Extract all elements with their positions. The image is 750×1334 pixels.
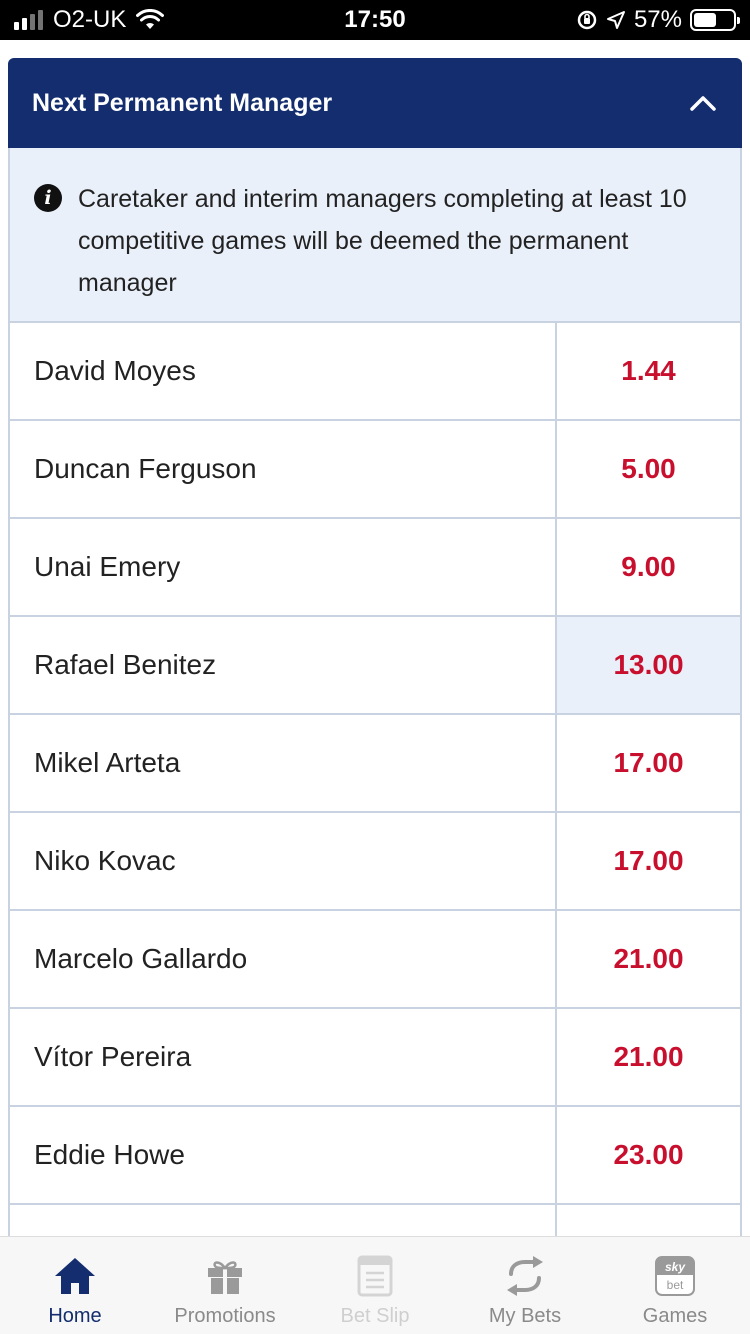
market-info-box: i Caretaker and interim managers complet…	[8, 148, 742, 323]
runner-name: Niko Kovac	[10, 813, 557, 909]
runner-row: Niko Kovac 17.00	[8, 813, 742, 911]
runner-name: Marcelo Gallardo	[10, 911, 557, 1007]
market-header[interactable]: Next Permanent Manager	[8, 58, 742, 148]
skybet-icon: sky bet	[652, 1253, 698, 1299]
chevron-up-icon[interactable]	[688, 88, 718, 118]
status-bar: O2-UK 17:50 57%	[0, 0, 750, 40]
info-icon: i	[34, 184, 62, 212]
battery-fill	[694, 13, 716, 27]
runner-row: David Moyes 1.44	[8, 323, 742, 421]
runners-table: David Moyes 1.44 Duncan Ferguson 5.00 Un…	[8, 323, 742, 1303]
home-icon	[52, 1253, 98, 1299]
location-arrow-icon	[606, 11, 625, 29]
runner-name: Rafael Benitez	[10, 617, 557, 713]
nav-bet-slip[interactable]: Bet Slip	[300, 1237, 450, 1334]
runner-name: Duncan Ferguson	[10, 421, 557, 517]
odds-button[interactable]: 21.00	[557, 1009, 740, 1105]
battery-percent: 57%	[633, 6, 682, 33]
runner-name: Unai Emery	[10, 519, 557, 615]
nav-label: Promotions	[174, 1305, 276, 1327]
runner-row: Mikel Arteta 17.00	[8, 715, 742, 813]
battery-icon	[690, 9, 740, 31]
runner-row: Rafael Benitez 13.00	[8, 617, 742, 715]
refresh-icon	[502, 1253, 548, 1299]
nav-games[interactable]: sky bet Games	[600, 1237, 750, 1334]
bottom-nav: Home Promotions Bet Slip My Bets sky bet…	[0, 1236, 750, 1334]
nav-promotions[interactable]: Promotions	[150, 1237, 300, 1334]
nav-home[interactable]: Home	[0, 1237, 150, 1334]
nav-label: Bet Slip	[340, 1305, 410, 1327]
status-right: 57%	[576, 0, 740, 40]
odds-button[interactable]: 5.00	[557, 421, 740, 517]
skybet-badge-bottom: bet	[667, 1278, 684, 1292]
nav-my-bets[interactable]: My Bets	[450, 1237, 600, 1334]
skybet-badge-top: sky	[665, 1260, 686, 1274]
odds-button[interactable]: 13.00	[557, 617, 740, 713]
odds-button[interactable]: 17.00	[557, 715, 740, 811]
odds-button[interactable]: 1.44	[557, 323, 740, 419]
gift-icon	[202, 1253, 248, 1299]
runner-name: Vítor Pereira	[10, 1009, 557, 1105]
odds-button[interactable]: 21.00	[557, 911, 740, 1007]
nav-label: My Bets	[488, 1305, 562, 1327]
market-title: Next Permanent Manager	[32, 88, 333, 117]
runner-row: Eddie Howe 23.00	[8, 1107, 742, 1205]
runner-row: Duncan Ferguson 5.00	[8, 421, 742, 519]
runner-name: Eddie Howe	[10, 1107, 557, 1203]
runner-name: David Moyes	[10, 323, 557, 419]
runner-row: Marcelo Gallardo 21.00	[8, 911, 742, 1009]
odds-button[interactable]: 23.00	[557, 1107, 740, 1203]
nav-label: Games	[642, 1305, 708, 1327]
runner-row: Vítor Pereira 21.00	[8, 1009, 742, 1107]
orientation-lock-icon	[577, 10, 597, 30]
nav-label: Home	[48, 1305, 102, 1327]
betslip-icon	[352, 1253, 398, 1299]
runner-name: Mikel Arteta	[10, 715, 557, 811]
market-info-text: Caretaker and interim managers completin…	[78, 185, 687, 297]
odds-button[interactable]: 9.00	[557, 519, 740, 615]
runner-row: Unai Emery 9.00	[8, 519, 742, 617]
odds-button[interactable]: 17.00	[557, 813, 740, 909]
